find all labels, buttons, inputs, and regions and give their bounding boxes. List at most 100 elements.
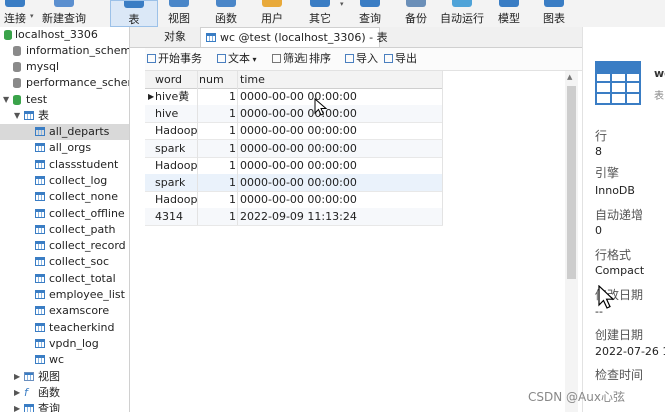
db-node-test[interactable]: ▼ test bbox=[0, 92, 129, 108]
cell-word[interactable]: spark bbox=[155, 140, 185, 157]
cell-num[interactable]: 1 bbox=[199, 208, 236, 225]
cell-num[interactable]: 1 bbox=[199, 191, 236, 208]
cell-num[interactable]: 1 bbox=[199, 122, 236, 139]
db-node-information-schema[interactable]: information_schema bbox=[0, 43, 129, 59]
table-button[interactable]: 表 bbox=[110, 0, 158, 27]
scrollbar-thumb[interactable] bbox=[567, 86, 576, 279]
connection-node[interactable]: localhost_3306 bbox=[0, 27, 129, 43]
table-row[interactable]: Hadoop 1 0000-00-00 00:00:00 bbox=[145, 156, 443, 175]
chart-button[interactable]: 图表 bbox=[538, 0, 570, 27]
sort-button[interactable]: 排序 bbox=[298, 52, 331, 66]
cell-word[interactable]: Hadoop bbox=[155, 157, 197, 174]
database-icon bbox=[13, 78, 21, 88]
views-group-node[interactable]: ▶ 视图 bbox=[0, 369, 129, 385]
cell-word[interactable]: Hadoop bbox=[155, 191, 197, 208]
table-node-classstudent[interactable]: classstudent bbox=[0, 157, 129, 173]
table-node-all-departs[interactable]: all_departs bbox=[0, 124, 129, 140]
table-node-wc[interactable]: wc bbox=[0, 352, 129, 368]
connect-icon bbox=[5, 0, 25, 7]
table-row[interactable]: Hadoop 1 0000-00-00 00:00:00 bbox=[145, 191, 443, 210]
table-node-collect-path[interactable]: collect_path bbox=[0, 222, 129, 238]
tab-objects[interactable]: 对象 bbox=[150, 27, 200, 47]
cell-word[interactable]: 4314 bbox=[155, 208, 183, 225]
cell-time[interactable]: 0000-00-00 00:00:00 bbox=[240, 140, 357, 157]
table-node-employee-list[interactable]: employee_list bbox=[0, 287, 129, 303]
current-row-indicator-icon: ▶ bbox=[148, 92, 155, 101]
column-header-num[interactable]: num bbox=[199, 71, 224, 88]
connection-icon bbox=[4, 30, 12, 40]
autorun-button[interactable]: 自动运行 bbox=[438, 0, 486, 27]
autorun-icon bbox=[452, 0, 472, 7]
panel-subtitle: 表 bbox=[654, 91, 664, 102]
table-row[interactable]: hive 1 0000-00-00 00:00:00 bbox=[145, 105, 443, 124]
table-node-teacherkind[interactable]: teacherkind bbox=[0, 320, 129, 336]
cell-time[interactable]: 0000-00-00 00:00:00 bbox=[240, 105, 357, 122]
column-header-word[interactable]: word bbox=[155, 71, 182, 88]
export-button[interactable]: 导出 bbox=[384, 52, 417, 66]
table-node-collect-offline[interactable]: collect_offline bbox=[0, 206, 129, 222]
user-button[interactable]: 用户 bbox=[254, 0, 290, 27]
cell-word[interactable]: spark bbox=[155, 174, 185, 191]
table-row[interactable]: ▶ hive黄 1 0000-00-00 00:00:00 bbox=[145, 88, 443, 106]
scroll-up-icon[interactable]: ▲ bbox=[567, 73, 572, 81]
model-button[interactable]: 模型 bbox=[493, 0, 525, 27]
chevron-down-icon[interactable]: ▼ bbox=[14, 108, 20, 124]
functions-group-node[interactable]: ▶ f 函数 bbox=[0, 385, 129, 401]
view-button[interactable]: 视图 bbox=[160, 0, 198, 27]
cell-time[interactable]: 0000-00-00 00:00:00 bbox=[240, 157, 357, 174]
rows-value: 8 bbox=[595, 145, 602, 158]
connect-button[interactable]: 连接 bbox=[0, 0, 30, 27]
chevron-right-icon[interactable]: ▶ bbox=[14, 401, 20, 412]
import-button[interactable]: 导入 bbox=[345, 52, 378, 66]
connect-dropdown-icon[interactable]: ▾ bbox=[30, 12, 34, 20]
cell-time[interactable]: 0000-00-00 00:00:00 bbox=[240, 174, 357, 191]
text-button[interactable]: 文本 ▾ bbox=[217, 52, 257, 66]
cell-word[interactable]: hive bbox=[155, 105, 178, 122]
table-node-vpdn-log[interactable]: vpdn_log bbox=[0, 336, 129, 352]
chevron-right-icon[interactable]: ▶ bbox=[14, 369, 20, 385]
check-label: 检查时间 bbox=[595, 368, 644, 382]
cell-time[interactable]: 0000-00-00 00:00:00 bbox=[240, 88, 357, 105]
table-row[interactable]: spark 1 0000-00-00 00:00:00 bbox=[145, 174, 443, 192]
begin-transaction-button[interactable]: 开始事务 bbox=[147, 52, 202, 66]
table-node-collect-none[interactable]: collect_none bbox=[0, 189, 129, 205]
cell-num[interactable]: 1 bbox=[199, 157, 236, 174]
chevron-down-icon[interactable]: ▼ bbox=[3, 92, 9, 108]
sort-icon bbox=[298, 54, 307, 63]
engine-value: InnoDB bbox=[595, 184, 635, 197]
queries-group-node[interactable]: ▶ 查询 bbox=[0, 401, 129, 412]
table-node-collect-total[interactable]: collect_total bbox=[0, 271, 129, 287]
table-node-collect-record[interactable]: collect_record bbox=[0, 238, 129, 254]
db-node-performance-schema[interactable]: performance_schema bbox=[0, 75, 129, 91]
cell-num[interactable]: 1 bbox=[199, 140, 236, 157]
tab-wc-table[interactable]: wc @test (localhost_3306) - 表 bbox=[200, 27, 388, 47]
cell-word[interactable]: hive黄 bbox=[155, 88, 189, 105]
chevron-right-icon[interactable]: ▶ bbox=[14, 385, 20, 401]
cell-time[interactable]: 0000-00-00 00:00:00 bbox=[240, 122, 357, 139]
cell-time[interactable]: 2022-09-09 11:13:24 bbox=[240, 208, 357, 225]
tables-group-node[interactable]: ▼ 表 bbox=[0, 108, 129, 124]
cell-num[interactable]: 1 bbox=[199, 105, 236, 122]
table-node-collect-soc[interactable]: collect_soc bbox=[0, 254, 129, 270]
query-button[interactable]: 查询 bbox=[352, 0, 388, 27]
function-icon: f bbox=[24, 386, 28, 399]
table-row[interactable]: spark 1 0000-00-00 00:00:00 bbox=[145, 139, 443, 158]
table-row[interactable]: Hadoop 1 0000-00-00 00:00:00 bbox=[145, 122, 443, 141]
cell-num[interactable]: 1 bbox=[199, 174, 236, 191]
table-node-collect-log[interactable]: collect_log bbox=[0, 173, 129, 189]
table-node-all-orgs[interactable]: all_orgs bbox=[0, 140, 129, 156]
table-row[interactable]: 4314 1 2022-09-09 11:13:24 bbox=[145, 208, 443, 227]
db-node-mysql[interactable]: mysql bbox=[0, 59, 129, 75]
autoinc-value: 0 bbox=[595, 224, 602, 237]
column-header-time[interactable]: time bbox=[240, 71, 265, 88]
function-button[interactable]: 函数 bbox=[206, 0, 246, 27]
table-node-examscore[interactable]: examscore bbox=[0, 303, 129, 319]
other-button[interactable]: 其它 bbox=[302, 0, 338, 27]
other-dropdown-icon[interactable]: ▾ bbox=[340, 0, 344, 8]
cell-num[interactable]: 1 bbox=[199, 88, 236, 105]
backup-button[interactable]: 备份 bbox=[398, 0, 434, 27]
new-query-button[interactable]: 新建查询 bbox=[38, 0, 90, 27]
cell-time[interactable]: 0000-00-00 00:00:00 bbox=[240, 191, 357, 208]
table-icon bbox=[124, 1, 144, 8]
cell-word[interactable]: Hadoop bbox=[155, 122, 197, 139]
